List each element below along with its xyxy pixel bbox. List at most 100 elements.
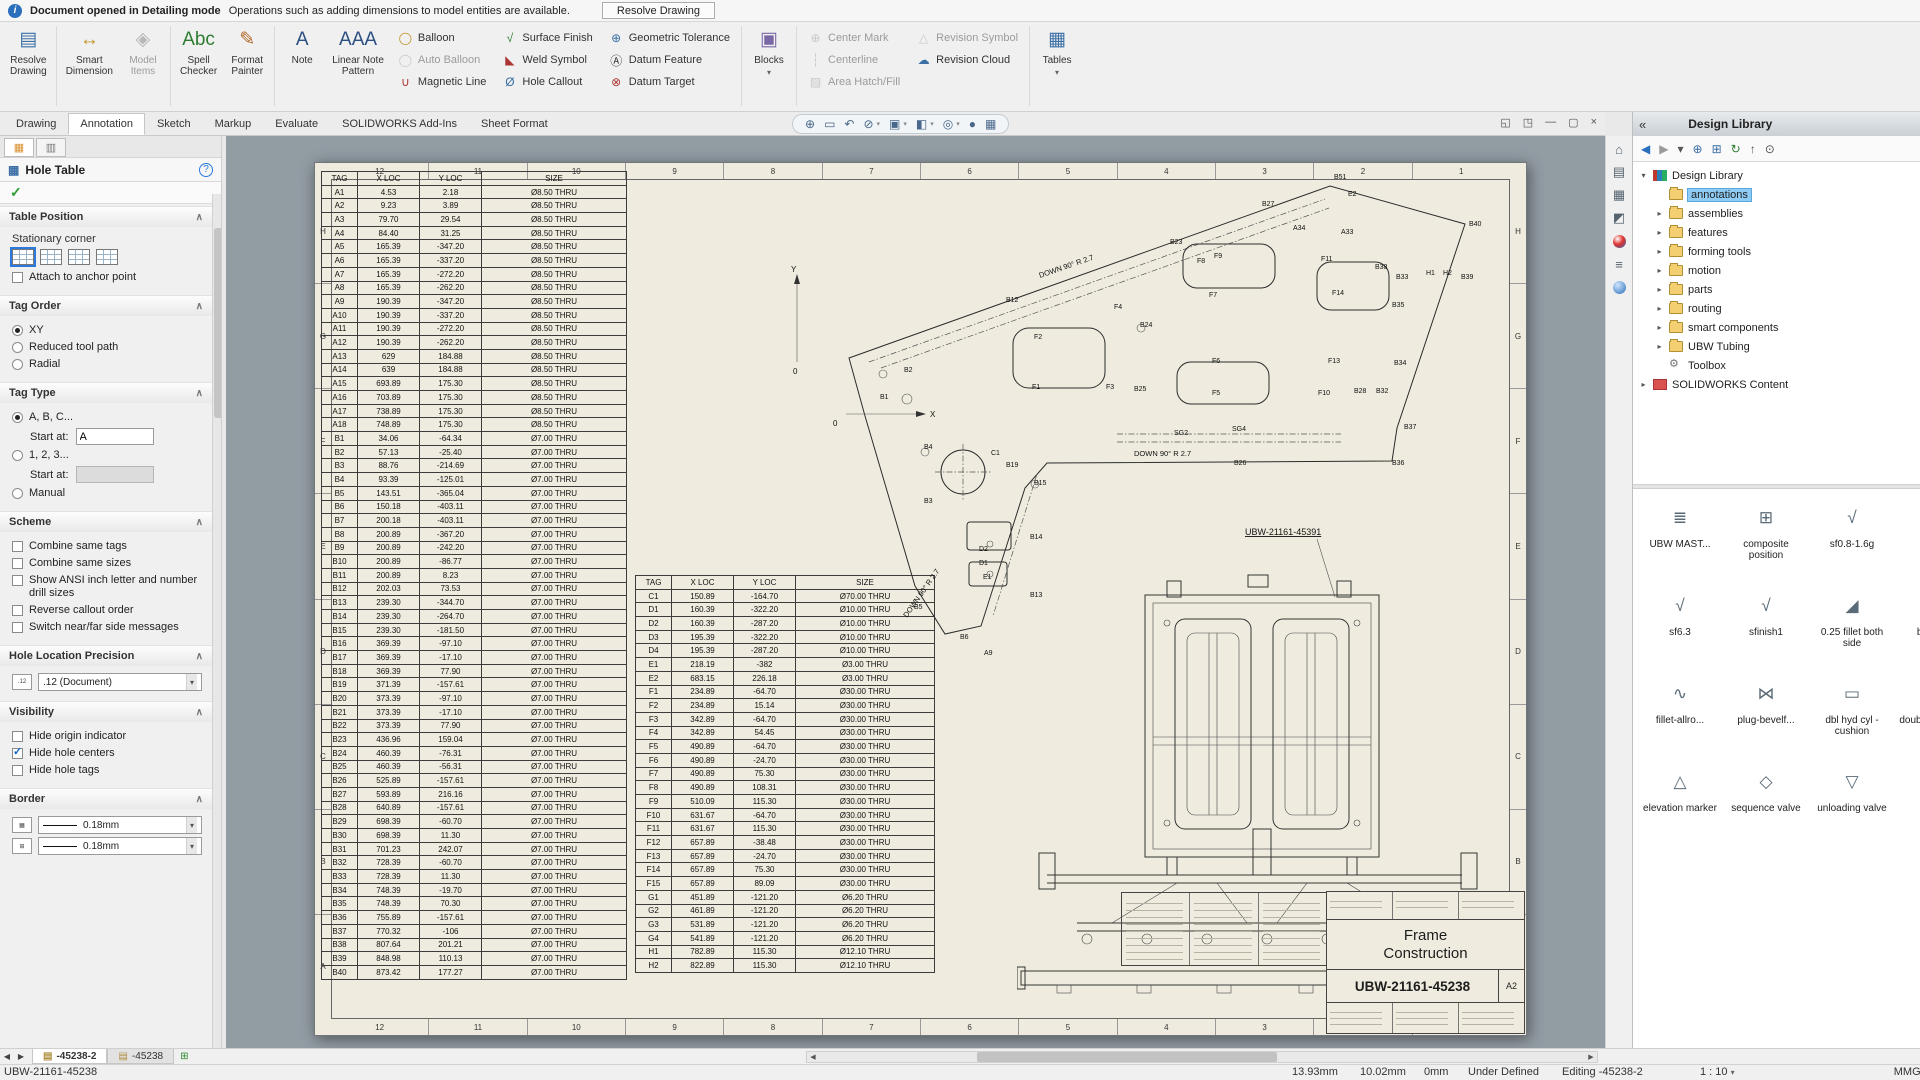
- drawing-sheet[interactable]: 121110987654321 121110987654321 HGFEDCBA…: [314, 162, 1527, 1036]
- balloon-f5[interactable]: F5: [1212, 390, 1220, 397]
- balloon-sg4[interactable]: SG4: [1232, 426, 1246, 433]
- border-thickness-dropdown[interactable]: 0.18mm ▾: [38, 816, 202, 834]
- corner-top-right-option[interactable]: [40, 249, 62, 265]
- add-sheet-button[interactable]: ⊞: [180, 1051, 188, 1062]
- section-header-scheme[interactable]: Scheme ∧: [0, 512, 212, 532]
- view-palette-tab-icon[interactable]: ◩: [1609, 209, 1629, 227]
- balloon-b4[interactable]: B4: [924, 444, 933, 451]
- tree-item-smart-components[interactable]: ▸smart components: [1633, 318, 1920, 337]
- refresh-button[interactable]: ↻: [1731, 142, 1741, 156]
- custom-properties-tab-icon[interactable]: ≡: [1609, 255, 1629, 273]
- geometric-tolerance-button[interactable]: ⊕Geometric Tolerance: [604, 28, 735, 48]
- balloon-a34[interactable]: A34: [1293, 225, 1306, 232]
- corner-top-left-option[interactable]: [12, 249, 34, 265]
- balloon-a9[interactable]: A9: [984, 650, 993, 657]
- radio-reduced-tool-path[interactable]: Reduced tool path: [12, 341, 202, 354]
- tab-sheet-format[interactable]: Sheet Format: [469, 113, 560, 135]
- library-item-sfinish1[interactable]: √sfinish1: [1725, 585, 1807, 673]
- dropdown-arrow-icon[interactable]: ▾: [930, 120, 934, 128]
- library-item-dbl-hyd-cyl-cushion[interactable]: ▭dbl hyd cyl - cushion: [1811, 673, 1893, 761]
- configuration-tab[interactable]: ▥: [36, 138, 66, 157]
- start-at-input[interactable]: [76, 428, 154, 445]
- ok-button[interactable]: ✓: [10, 184, 22, 201]
- expand-arrow-icon[interactable]: ▸: [1655, 266, 1664, 275]
- corner-bottom-right-option[interactable]: [96, 249, 118, 265]
- expand-arrow-icon[interactable]: ▸: [1655, 209, 1664, 218]
- revision-cloud-button[interactable]: ☁Revision Cloud: [911, 50, 1023, 70]
- radio-tag-123[interactable]: 1, 2, 3...: [12, 449, 202, 462]
- balloon-c1[interactable]: C1: [991, 450, 1000, 457]
- forum-tab-icon[interactable]: [1609, 278, 1629, 296]
- balloon-b15[interactable]: B15: [1034, 480, 1047, 487]
- scene-icon[interactable]: ▦: [985, 117, 996, 131]
- balloon-b40[interactable]: B40: [1469, 221, 1482, 228]
- hide-show-icon[interactable]: ◎: [943, 117, 953, 131]
- resolve-drawing-banner-button[interactable]: Resolve Drawing: [602, 2, 715, 19]
- checkbox-show-ansi-inch-letter-and-number-drill-sizes[interactable]: Show ANSI inch letter and number drill s…: [12, 574, 202, 600]
- library-item-sf0-8-1-6g[interactable]: √sf0.8-1.6g: [1811, 497, 1893, 585]
- expand-arrow-icon[interactable]: ▸: [1655, 304, 1664, 313]
- balloon-b35[interactable]: B35: [1392, 302, 1405, 309]
- status-units[interactable]: MMGS: [1894, 1065, 1920, 1080]
- balloon-b23[interactable]: B23: [1170, 239, 1183, 246]
- collapse-panel-button[interactable]: «: [1639, 117, 1646, 132]
- balloon-b36[interactable]: B36: [1392, 460, 1405, 467]
- balloon-f11[interactable]: F11: [1321, 256, 1333, 263]
- library-item-0-25-fillet-both-side[interactable]: ◢0.25 fillet both side: [1811, 585, 1893, 673]
- note-button[interactable]: ANote: [278, 24, 326, 96]
- scroll-right-arrow-icon[interactable]: ▶: [1585, 1053, 1597, 1061]
- radio-tag-abc[interactable]: A, B, C...: [12, 411, 202, 424]
- help-icon[interactable]: ?: [199, 163, 213, 177]
- checkbox-combine-same-tags[interactable]: Combine same tags: [12, 540, 202, 553]
- library-item-elevation-marker[interactable]: △elevation marker: [1639, 761, 1721, 849]
- first-sheet-button[interactable]: ◀: [0, 1052, 14, 1061]
- checkbox-hide-hole-tags[interactable]: Hide hole tags: [12, 764, 202, 777]
- library-item-unloading-valve[interactable]: ▽unloading valve: [1811, 761, 1893, 849]
- balloon-b34[interactable]: B34: [1394, 360, 1407, 367]
- library-item-ubw-mast[interactable]: ≣UBW MAST...: [1639, 497, 1721, 585]
- appearances-tab-icon[interactable]: [1609, 232, 1629, 250]
- forward-button[interactable]: ▶: [1659, 142, 1668, 156]
- minimize-window-button[interactable]: —: [1545, 116, 1556, 129]
- tab-drawing[interactable]: Drawing: [4, 113, 68, 135]
- up-level-button[interactable]: ↑: [1750, 142, 1756, 156]
- balloon-f10[interactable]: F10: [1318, 390, 1330, 397]
- weld-symbol-button[interactable]: ◣Weld Symbol: [497, 50, 597, 70]
- library-item-sequence-valve[interactable]: ◇sequence valve: [1725, 761, 1807, 849]
- balloon-b3[interactable]: B3: [924, 498, 933, 505]
- balloon-e2[interactable]: E2: [1348, 191, 1357, 198]
- balloon-f8[interactable]: F8: [1197, 258, 1205, 265]
- close-window-button[interactable]: ×: [1591, 116, 1597, 129]
- library-item-composite-position[interactable]: ⊞composite position: [1725, 497, 1807, 585]
- dropdown-arrow-icon[interactable]: ▾: [903, 120, 907, 128]
- edit-appearance-icon[interactable]: ●: [969, 117, 976, 131]
- resolve-drawing-button[interactable]: ▤Resolve Drawing: [4, 24, 53, 96]
- dropdown-arrow-icon[interactable]: ▾: [877, 120, 881, 128]
- tab-sketch[interactable]: Sketch: [145, 113, 203, 135]
- balloon-f2[interactable]: F2: [1034, 334, 1042, 341]
- tree-item-assemblies[interactable]: ▸assemblies: [1633, 204, 1920, 223]
- dropdown-arrow-icon[interactable]: ▾: [956, 120, 960, 128]
- balloon-f3[interactable]: F3: [1106, 384, 1114, 391]
- balloon-f9[interactable]: F9: [1214, 253, 1222, 260]
- balloon-b2[interactable]: B2: [904, 367, 913, 374]
- tree-item-annotations[interactable]: annotations: [1633, 185, 1920, 204]
- history-dropdown[interactable]: ▾: [1677, 142, 1683, 156]
- library-item-plug-bevelf[interactable]: ⋈plug-bevelf...: [1725, 673, 1807, 761]
- datum-feature-button[interactable]: ⒶDatum Feature: [604, 50, 735, 70]
- tree-item-toolbox[interactable]: Toolbox: [1633, 356, 1920, 375]
- section-header-precision[interactable]: Hole Location Precision ∧: [0, 646, 212, 666]
- balloon-b24[interactable]: B24: [1140, 322, 1153, 329]
- radio-xy[interactable]: XY: [12, 324, 202, 337]
- magnetic-line-button[interactable]: ∪Magnetic Line: [393, 72, 492, 92]
- back-button[interactable]: ◀: [1641, 142, 1650, 156]
- balloon-a33[interactable]: A33: [1341, 229, 1354, 236]
- balloon-b12[interactable]: B12: [1006, 297, 1019, 304]
- balloon-b38[interactable]: B38: [1375, 264, 1388, 271]
- tab-markup[interactable]: Markup: [203, 113, 264, 135]
- design-library-tab-icon[interactable]: ▤: [1609, 163, 1629, 181]
- balloon-f7[interactable]: F7: [1209, 292, 1217, 299]
- smart-dimension-button[interactable]: ↔Smart Dimension: [60, 24, 119, 96]
- pin-button[interactable]: ⊙: [1765, 142, 1775, 156]
- balloon-b6[interactable]: B6: [960, 634, 969, 641]
